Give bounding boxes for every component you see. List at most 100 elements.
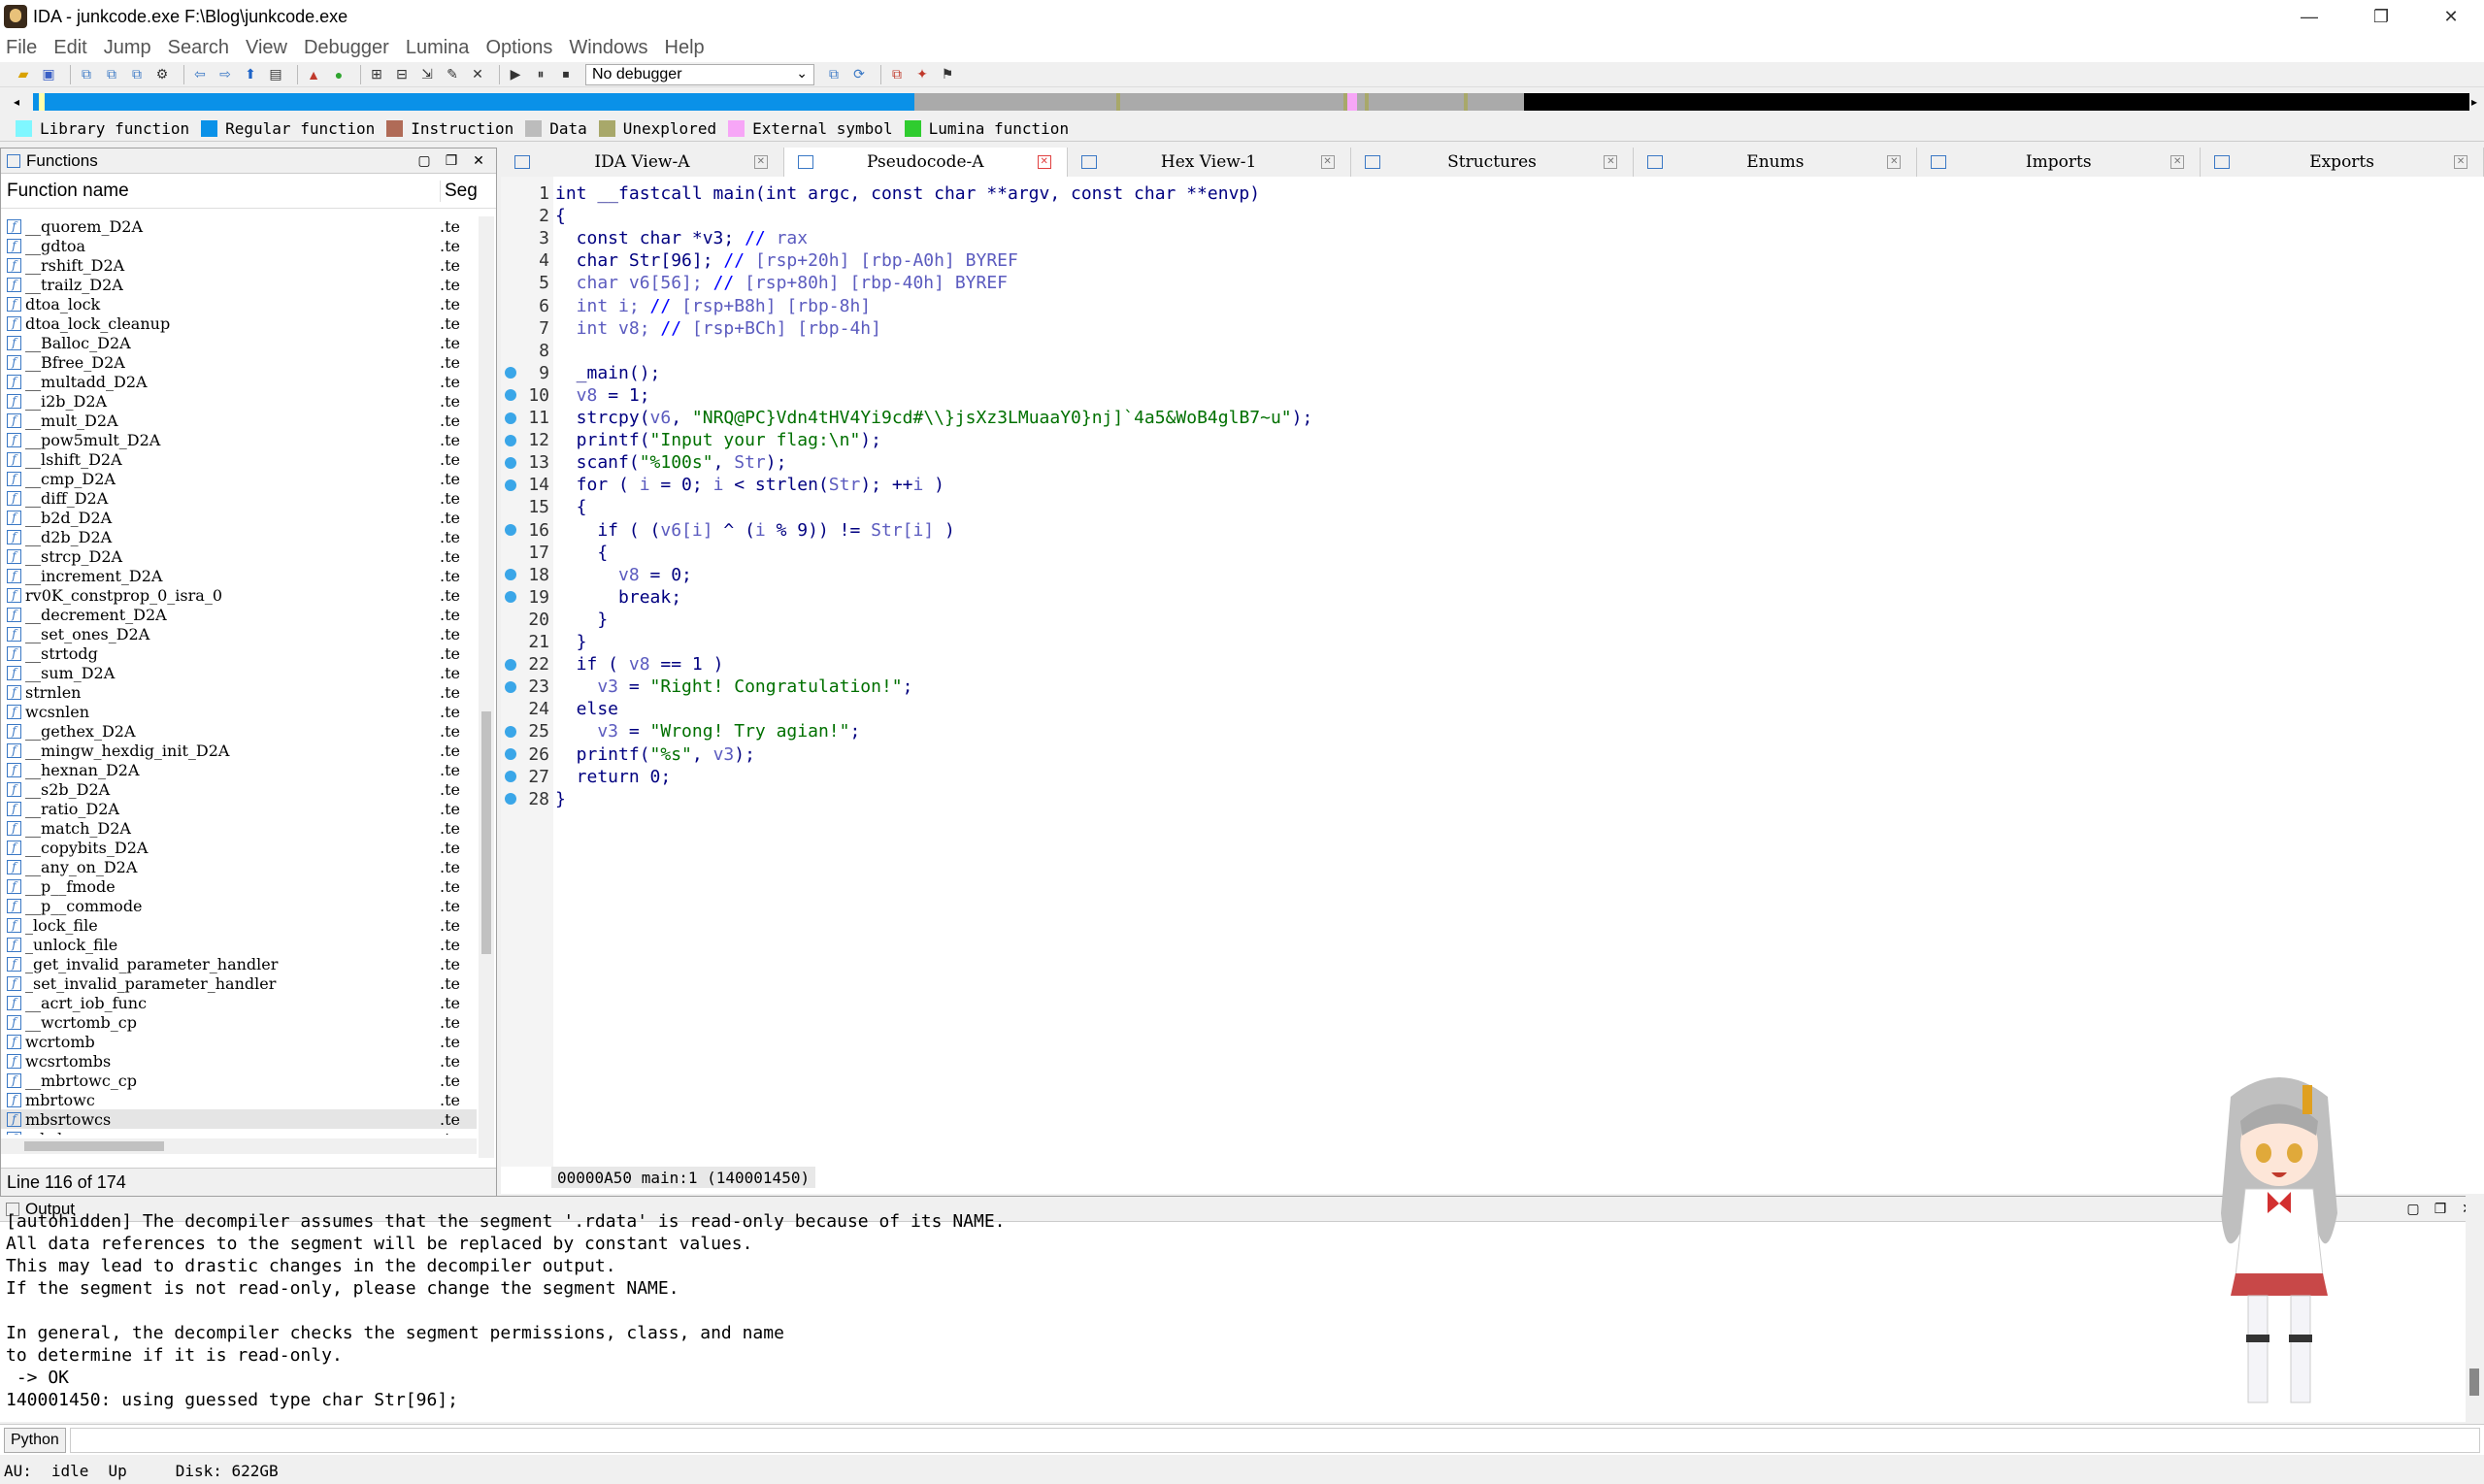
float-panel-icon[interactable]: ❐ (444, 152, 459, 168)
function-row[interactable]: f __acrt_iob_func .te (1, 993, 477, 1012)
function-row[interactable]: f __b2d_D2A .te (1, 508, 477, 527)
scrollbar-thumb[interactable] (24, 1141, 164, 1151)
code-line[interactable]: 12 printf("Input your flag:\n"); (501, 429, 2481, 451)
code-line[interactable]: 3 const char *v3; // rax (501, 227, 2481, 249)
function-row[interactable]: f __hexnan_D2A .te (1, 760, 477, 779)
breakpoint-dot-icon[interactable] (505, 434, 516, 446)
code-line[interactable]: 16 if ( (v6[i] ^ (i % 9)) != Str[i] ) (501, 519, 2481, 542)
patch-icon[interactable]: ⚙ (152, 65, 172, 84)
tab-ida-view-a[interactable]: IDA View-A ✕ (501, 148, 784, 177)
run-green-icon[interactable]: ● (329, 65, 348, 84)
menu-help[interactable]: Help (665, 37, 705, 59)
menu-file[interactable]: File (6, 37, 37, 59)
function-row[interactable]: f __match_D2A .te (1, 818, 477, 838)
tab-close-icon[interactable]: ✕ (2454, 155, 2468, 169)
function-row[interactable]: f __p__fmode .te (1, 876, 477, 896)
save-icon[interactable]: ▣ (39, 65, 58, 84)
close-panel-icon[interactable]: ✕ (471, 152, 486, 168)
attach-icon[interactable]: ⧉ (824, 65, 844, 84)
minimize-button[interactable]: — (2275, 0, 2343, 33)
segment-icon[interactable]: ▤ (266, 65, 285, 84)
function-row[interactable]: f __mult_D2A .te (1, 411, 477, 430)
function-row[interactable]: f __i2b_D2A .te (1, 391, 477, 411)
code-line[interactable]: 28} (501, 788, 2481, 810)
function-row[interactable]: f __mingw_hexdig_init_D2A .te (1, 741, 477, 760)
code-text[interactable]: { (555, 497, 587, 517)
code-line[interactable]: 11 strcpy(v6, "NRQ@PC}Vdn4tHV4Yi9cd#\\}j… (501, 407, 2481, 429)
code-line[interactable]: 4 char Str[96]; // [rsp+20h] [rbp-A0h] B… (501, 249, 2481, 272)
maximize-button[interactable]: ❐ (2347, 0, 2415, 33)
function-row[interactable]: f __trailz_D2A .te (1, 275, 477, 294)
code-text[interactable]: if ( (v6[i] ^ (i % 9)) != Str[i] ) (555, 520, 955, 541)
menu-lumina[interactable]: Lumina (406, 37, 470, 59)
tab-pseudocode-a[interactable]: Pseudocode-A ✕ (783, 148, 1068, 177)
code-text[interactable]: if ( v8 == 1 ) (555, 654, 724, 675)
code-line[interactable]: 24 else (501, 698, 2481, 720)
refresh-icon[interactable]: ⟳ (849, 65, 869, 84)
python-language-button[interactable]: Python (4, 1427, 66, 1453)
function-row[interactable]: f dtoa_lock .te (1, 294, 477, 313)
function-row[interactable]: f __wcrtomb_cp .te (1, 1012, 477, 1032)
code-text[interactable]: char v6[56]; // [rsp+80h] [rbp-40h] BYRE… (555, 273, 1008, 293)
menu-windows[interactable]: Windows (569, 37, 647, 59)
code-line[interactable]: 18 v8 = 0; (501, 564, 2481, 586)
scrollbar-thumb[interactable] (481, 711, 491, 954)
function-row[interactable]: f _set_invalid_parameter_handler .te (1, 973, 477, 993)
stop-process-icon[interactable]: ⏹ (556, 65, 576, 84)
output-text[interactable]: [autohidden] The decompiler assumes that… (0, 1210, 2484, 1411)
functions-horizontal-scrollbar[interactable] (1, 1138, 477, 1154)
breakpoint-dot-icon[interactable] (505, 771, 516, 783)
function-row[interactable]: f __p__commode .te (1, 896, 477, 915)
tab-close-icon[interactable]: ✕ (1604, 155, 1618, 169)
function-row[interactable]: f __strtodg .te (1, 643, 477, 663)
scrollbar-thumb[interactable] (2469, 1369, 2479, 1396)
jump-up-icon[interactable]: ⬆ (241, 65, 260, 84)
function-row[interactable]: f __pow5mult_D2A .te (1, 430, 477, 449)
bookmark-icon[interactable]: ✎ (443, 65, 462, 84)
code-line[interactable]: 5 char v6[56]; // [rsp+80h] [rbp-40h] BY… (501, 272, 2481, 294)
code-text[interactable]: char Str[96]; // [rsp+20h] [rbp-A0h] BYR… (555, 250, 1018, 271)
function-row[interactable]: f mbsrtowcs .te (1, 1109, 477, 1129)
tab-enums[interactable]: Enums ✕ (1634, 148, 1918, 177)
function-row[interactable]: f __s2b_D2A .te (1, 779, 477, 799)
function-row[interactable]: f __Balloc_D2A .te (1, 333, 477, 352)
function-row[interactable]: f wcsrtombs .te (1, 1051, 477, 1071)
menu-options[interactable]: Options (485, 37, 552, 59)
function-row[interactable]: fmbrlen .te (1, 1129, 477, 1135)
code-line[interactable]: 26 printf("%s", v3); (501, 743, 2481, 766)
code-text[interactable]: _main(); (555, 363, 661, 383)
code-text[interactable]: printf("Input your flag:\n"); (555, 430, 881, 450)
pseudocode-view[interactable]: 1 int __fastcall main(int argc, const cha… (501, 177, 2484, 1194)
tab-close-icon[interactable]: ✕ (1037, 155, 1051, 169)
function-row[interactable]: f __ratio_D2A .te (1, 799, 477, 818)
breakpoint-dot-icon[interactable] (505, 658, 516, 671)
code-line[interactable]: 17 { (501, 542, 2481, 564)
close-button[interactable]: ✕ (2417, 0, 2484, 33)
output-scrollbar[interactable] (2466, 1196, 2484, 1422)
breakpoint-dot-icon[interactable] (505, 478, 516, 491)
function-row[interactable]: f __lshift_D2A .te (1, 449, 477, 469)
code-text[interactable]: strcpy(v6, "NRQ@PC}Vdn4tHV4Yi9cd#\\}jsXz… (555, 408, 1313, 428)
forward-arrow-icon[interactable]: ⇨ (215, 65, 235, 84)
breakpoint-icon[interactable]: ⧉ (887, 65, 907, 84)
code-text[interactable]: v3 = "Right! Congratulation!"; (555, 676, 912, 697)
tab-close-icon[interactable]: ✕ (2170, 155, 2185, 169)
code-line[interactable]: 2{ (501, 205, 2481, 227)
tab-exports[interactable]: Exports ✕ (2201, 148, 2484, 177)
xref-icon[interactable]: ⇲ (417, 65, 437, 84)
nav-left-arrow-icon[interactable]: ◂ (14, 95, 19, 109)
cross-icon[interactable]: ✕ (468, 65, 487, 84)
code-line[interactable]: 27 return 0; (501, 766, 2481, 788)
menu-edit[interactable]: Edit (53, 37, 86, 59)
code-line[interactable]: 21 } (501, 631, 2481, 653)
code-text[interactable]: } (555, 610, 608, 630)
function-row[interactable]: f __decrement_D2A .te (1, 605, 477, 624)
breakpoint-dot-icon[interactable] (505, 725, 516, 738)
code-line[interactable]: 8 (501, 340, 2481, 362)
tab-close-icon[interactable]: ✕ (753, 155, 768, 169)
function-row[interactable]: f __strcp_D2A .te (1, 546, 477, 566)
code-text[interactable]: const char *v3; // rax (555, 228, 808, 248)
menu-view[interactable]: View (246, 37, 287, 59)
function-row[interactable]: f _lock_file .te (1, 915, 477, 935)
function-row[interactable]: f _unlock_file .te (1, 935, 477, 954)
